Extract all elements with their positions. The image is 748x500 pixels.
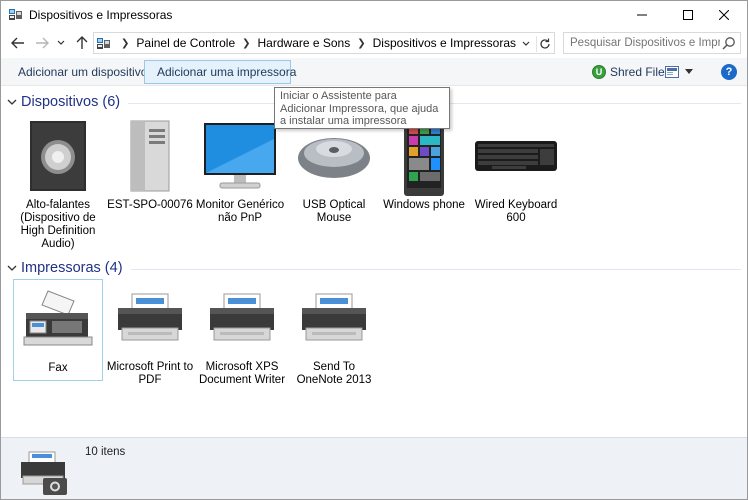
printer-label: Microsoft XPS Document Writer [198,361,286,386]
devices-printers-icon [9,8,23,21]
breadcrumb-separator-icon[interactable]: ❯ [357,38,365,49]
forward-button[interactable] [33,34,51,52]
printers-group-label: Impressoras (4) [21,260,123,276]
title-bar[interactable]: Dispositivos e Impressoras [1,1,747,29]
devices-printers-window: Dispositivos e Impressoras ❯ Painel de C… [0,0,748,500]
device-item-monitor[interactable]: Monitor Genérico não PnP [195,117,285,225]
breadcrumb-separator-icon[interactable]: ❯ [242,38,250,49]
group-divider [130,268,741,270]
breadcrumb-hardware-sound[interactable]: Hardware e Sons [258,36,351,50]
breadcrumb-devices-printers[interactable]: Dispositivos e Impressoras [373,36,516,50]
monitor-icon [198,117,282,195]
devices-group-label: Dispositivos (6) [21,94,121,110]
close-icon [719,10,729,20]
speaker-icon [16,117,100,195]
printer-icon [108,279,192,357]
up-arrow-icon [76,36,88,49]
window-title: Dispositivos e Impressoras [29,8,173,22]
minimize-button[interactable] [619,1,665,29]
device-item-speakers[interactable]: Alto-falantes (Dispositivo de High Defin… [13,117,103,251]
forward-arrow-icon [36,37,49,49]
printer-item-print-to-pdf[interactable]: Microsoft Print to PDF [105,279,195,387]
printer-item-send-to-onenote[interactable]: Send To OneNote 2013 [289,279,379,387]
add-device-button[interactable]: Adicionar um dispositivo [5,60,160,84]
devices-content-area: Dispositivos (6) Alto-falantes (Disposit… [1,87,747,437]
shred-file-button[interactable]: U Shred File [589,60,672,84]
chevron-down-icon [685,69,693,74]
address-bar[interactable]: ❯ Painel de Controle ❯ Hardware e Sons ❯… [93,32,555,54]
recent-locations-button[interactable] [55,34,67,52]
search-box[interactable] [563,32,741,54]
address-history-button[interactable] [518,36,534,52]
device-label: Windows phone [383,199,465,211]
device-label: Wired Keyboard 600 [474,199,558,224]
help-button[interactable]: ? [721,64,737,80]
shred-icon: U [592,65,606,79]
breadcrumb: ❯ Painel de Controle ❯ Hardware e Sons ❯… [114,36,516,50]
device-label: USB Optical Mouse [302,199,366,224]
shred-file-label: Shred File [610,65,665,79]
computer-tower-icon [108,117,192,195]
breadcrumb-separator-icon[interactable]: ❯ [121,38,129,49]
keyboard-icon [474,117,558,195]
printer-item-xps-writer[interactable]: Microsoft XPS Document Writer [197,279,287,387]
breadcrumb-control-panel[interactable]: Painel de Controle [136,36,235,50]
collapse-chevron-icon[interactable] [7,97,17,107]
chevron-down-icon [57,40,65,45]
printer-label: Fax [48,362,68,374]
device-item-keyboard[interactable]: Wired Keyboard 600 [471,117,561,225]
printer-camera-icon [19,448,71,498]
printer-item-fax[interactable]: Fax [13,279,103,381]
device-item-computer[interactable]: EST-SPO-00076 [105,117,195,212]
minimize-icon [637,14,647,16]
control-panel-icon [97,37,111,50]
device-label: Monitor Genérico não PnP [195,199,285,224]
back-arrow-icon [11,37,24,49]
device-label: Alto-falantes (Dispositivo de High Defin… [20,199,96,250]
navigation-bar: ❯ Painel de Controle ❯ Hardware e Sons ❯… [1,30,747,56]
printers-group-header[interactable]: Impressoras (4) [7,258,741,278]
collapse-chevron-icon[interactable] [7,263,17,273]
printer-label: Send To OneNote 2013 [296,361,372,386]
printer-label: Microsoft Print to PDF [106,361,194,386]
add-printer-tooltip: Iniciar o Assistente para Adicionar Impr… [274,87,450,129]
maximize-icon [683,10,693,20]
device-item-phone[interactable]: Windows phone [379,116,469,212]
close-button[interactable] [701,1,747,29]
search-icon[interactable] [722,36,736,50]
back-button[interactable] [9,34,27,52]
add-printer-button[interactable]: Adicionar uma impressora [144,60,296,84]
printer-icon [292,279,376,357]
search-input[interactable] [570,35,720,51]
device-item-mouse[interactable]: USB Optical Mouse [289,117,379,225]
item-count: 10 itens [85,446,126,458]
change-view-button[interactable] [665,64,699,80]
command-bar: Adicionar um dispositivo Adicionar uma i… [1,58,747,86]
device-label: EST-SPO-00076 [107,199,193,211]
refresh-icon [539,38,550,49]
view-options-icon [665,66,679,78]
printer-icon [200,279,284,357]
help-icon: ? [725,66,733,78]
details-pane: 10 itens [1,437,747,499]
chevron-down-icon [522,41,530,46]
up-button[interactable] [73,34,91,52]
fax-icon [16,280,100,358]
refresh-button[interactable] [536,36,552,52]
